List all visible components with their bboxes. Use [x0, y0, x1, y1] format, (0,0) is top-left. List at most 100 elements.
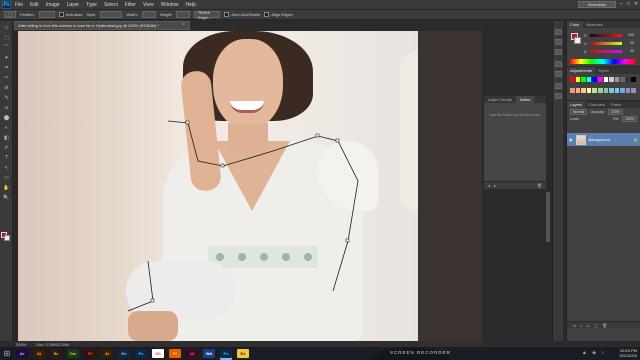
taskbar-app-ae-icon[interactable]: Ae	[16, 349, 28, 358]
taskbar-app-ps-icon[interactable]: Ps	[220, 349, 232, 358]
fx-icon[interactable]: fx	[573, 323, 576, 328]
menu-image[interactable]: Image	[46, 2, 60, 8]
antialias-checkbox[interactable]	[58, 12, 64, 17]
tab-layers[interactable]: Layers	[567, 101, 586, 108]
history-brush-tool-icon[interactable]: ⬤	[3, 115, 10, 121]
canvas-area[interactable]	[14, 31, 482, 341]
tab-color[interactable]: Color	[567, 21, 583, 28]
eraser-tool-icon[interactable]: ◐	[3, 125, 10, 131]
brush-panel-icon[interactable]	[555, 61, 562, 67]
red-slider[interactable]: R 200	[584, 33, 634, 38]
actions-panel-icon[interactable]	[555, 39, 562, 45]
taskbar-app-fl-icon[interactable]: Fl	[84, 349, 96, 358]
tab-layer-comps[interactable]: Layer Comps	[484, 96, 516, 103]
swatch-15[interactable]	[586, 87, 592, 93]
healing-tool-icon[interactable]: ⊘	[3, 85, 10, 91]
document-image[interactable]	[18, 31, 418, 341]
new-layer-icon[interactable]: ▢	[594, 323, 598, 328]
pen-tool-icon[interactable]: ✐	[3, 145, 10, 151]
swatch-9[interactable]	[620, 77, 625, 82]
green-value[interactable]: 20	[624, 41, 634, 45]
feather-input[interactable]	[38, 11, 55, 18]
history-panel-icon[interactable]	[555, 29, 562, 35]
tab-styles[interactable]: Styles	[595, 67, 612, 74]
swatch-16[interactable]	[592, 87, 597, 93]
tab-adjustments[interactable]: Adjustments	[567, 67, 596, 74]
green-slider[interactable]: G 20	[584, 41, 634, 46]
swatch-10[interactable]	[625, 77, 631, 82]
taskbar-app-id-icon[interactable]: Id	[186, 349, 198, 358]
taskbar-app-en-icon[interactable]: En	[118, 349, 130, 358]
taskbar-app-ai-icon[interactable]: Ai	[33, 349, 45, 358]
tab-channels[interactable]: Channels	[585, 101, 608, 108]
swatch-20[interactable]	[614, 87, 620, 93]
clone-stamp-tool-icon[interactable]: ⌀	[3, 105, 10, 111]
prev-note-icon[interactable]: ◂	[488, 183, 490, 188]
crop-tool-icon[interactable]: ⌗	[3, 65, 10, 71]
menu-select[interactable]: Select	[104, 2, 118, 8]
path-selection-tool-icon[interactable]: ↖	[3, 165, 10, 171]
move-tool-icon[interactable]: ⊹	[3, 25, 10, 31]
hand-tool-icon[interactable]: ✋	[3, 185, 10, 191]
marquee-tool-icon[interactable]: ⬚	[3, 35, 10, 41]
panel-scrollbar[interactable]	[546, 192, 550, 242]
width-input[interactable]	[141, 11, 156, 18]
paragraph-panel-icon[interactable]	[555, 93, 562, 99]
blue-slider[interactable]: B 30	[584, 49, 634, 54]
blue-track[interactable]	[590, 49, 622, 53]
menu-filter[interactable]: Filter	[125, 2, 136, 8]
auto-add-delete-checkbox[interactable]	[224, 12, 230, 17]
blue-value[interactable]: 30	[624, 49, 634, 53]
swatch-5[interactable]	[597, 77, 603, 82]
clone-source-panel-icon[interactable]	[555, 71, 562, 77]
menu-type[interactable]: Type	[86, 2, 97, 8]
color-spectrum[interactable]	[570, 59, 636, 64]
blend-mode-select[interactable]: Normal	[570, 108, 588, 115]
taskbar-app-ps-icon[interactable]: Ps	[135, 349, 147, 358]
system-tray-icons[interactable]: ▲ ◈ ♪	[582, 350, 606, 356]
eyedropper-tool-icon[interactable]: ✂	[3, 75, 10, 81]
gradient-tool-icon[interactable]: ◧	[3, 135, 10, 141]
taskbar-app-ch-icon[interactable]: Ch	[152, 349, 164, 358]
close-document-icon[interactable]: ×	[182, 22, 185, 28]
taskbar-app-dw-icon[interactable]: Dw	[67, 349, 79, 358]
menu-file[interactable]: File	[15, 2, 23, 8]
swatch-14[interactable]	[581, 87, 586, 93]
swatch-19[interactable]	[609, 87, 614, 93]
tool-preset-picker[interactable]: ⬚	[4, 11, 16, 18]
align-edges-checkbox[interactable]	[264, 12, 270, 17]
taskbar-app-ff-icon[interactable]: Ff	[169, 349, 181, 358]
taskbar-app-br-icon[interactable]: Br	[50, 349, 62, 358]
swatch-3[interactable]	[586, 77, 592, 82]
swatch-22[interactable]	[625, 87, 631, 93]
refine-edge-button[interactable]: Refine Edge...	[194, 10, 221, 20]
next-note-icon[interactable]: ▸	[494, 183, 496, 188]
taskbar-app-wd-icon[interactable]: Wd	[203, 349, 215, 358]
red-value[interactable]: 200	[624, 33, 634, 37]
swatch-21[interactable]	[620, 87, 625, 93]
shape-tool-icon[interactable]: ▭	[3, 175, 10, 181]
layer-row-background[interactable]: ◉ Background 🔒	[567, 133, 640, 146]
swatch-2[interactable]	[581, 77, 586, 82]
menu-view[interactable]: View	[143, 2, 154, 8]
green-track[interactable]	[590, 41, 622, 45]
style-select[interactable]	[100, 11, 123, 18]
swatch-1[interactable]	[575, 77, 581, 82]
swatch-0[interactable]	[570, 77, 575, 82]
zoom-level[interactable]: 200%	[16, 342, 26, 347]
tab-paths[interactable]: Paths	[608, 101, 624, 108]
red-track[interactable]	[590, 33, 622, 37]
swatch-7[interactable]	[609, 77, 614, 82]
menu-layer[interactable]: Layer	[67, 2, 80, 8]
swatch-12[interactable]	[570, 87, 575, 93]
close-window-button[interactable]: ✕	[634, 1, 638, 7]
fill-input[interactable]: 100%	[622, 115, 637, 122]
lasso-tool-icon[interactable]: ⌒	[3, 45, 10, 51]
new-group-icon[interactable]: ▭	[587, 323, 591, 328]
opacity-input[interactable]: 100%	[607, 108, 623, 115]
zoom-tool-icon[interactable]: 🔍	[3, 195, 10, 201]
swatch-13[interactable]	[575, 87, 581, 93]
brush-tool-icon[interactable]: ✎	[3, 95, 10, 101]
layer-name[interactable]: Background	[589, 137, 610, 142]
maximize-button[interactable]: □	[627, 1, 630, 7]
